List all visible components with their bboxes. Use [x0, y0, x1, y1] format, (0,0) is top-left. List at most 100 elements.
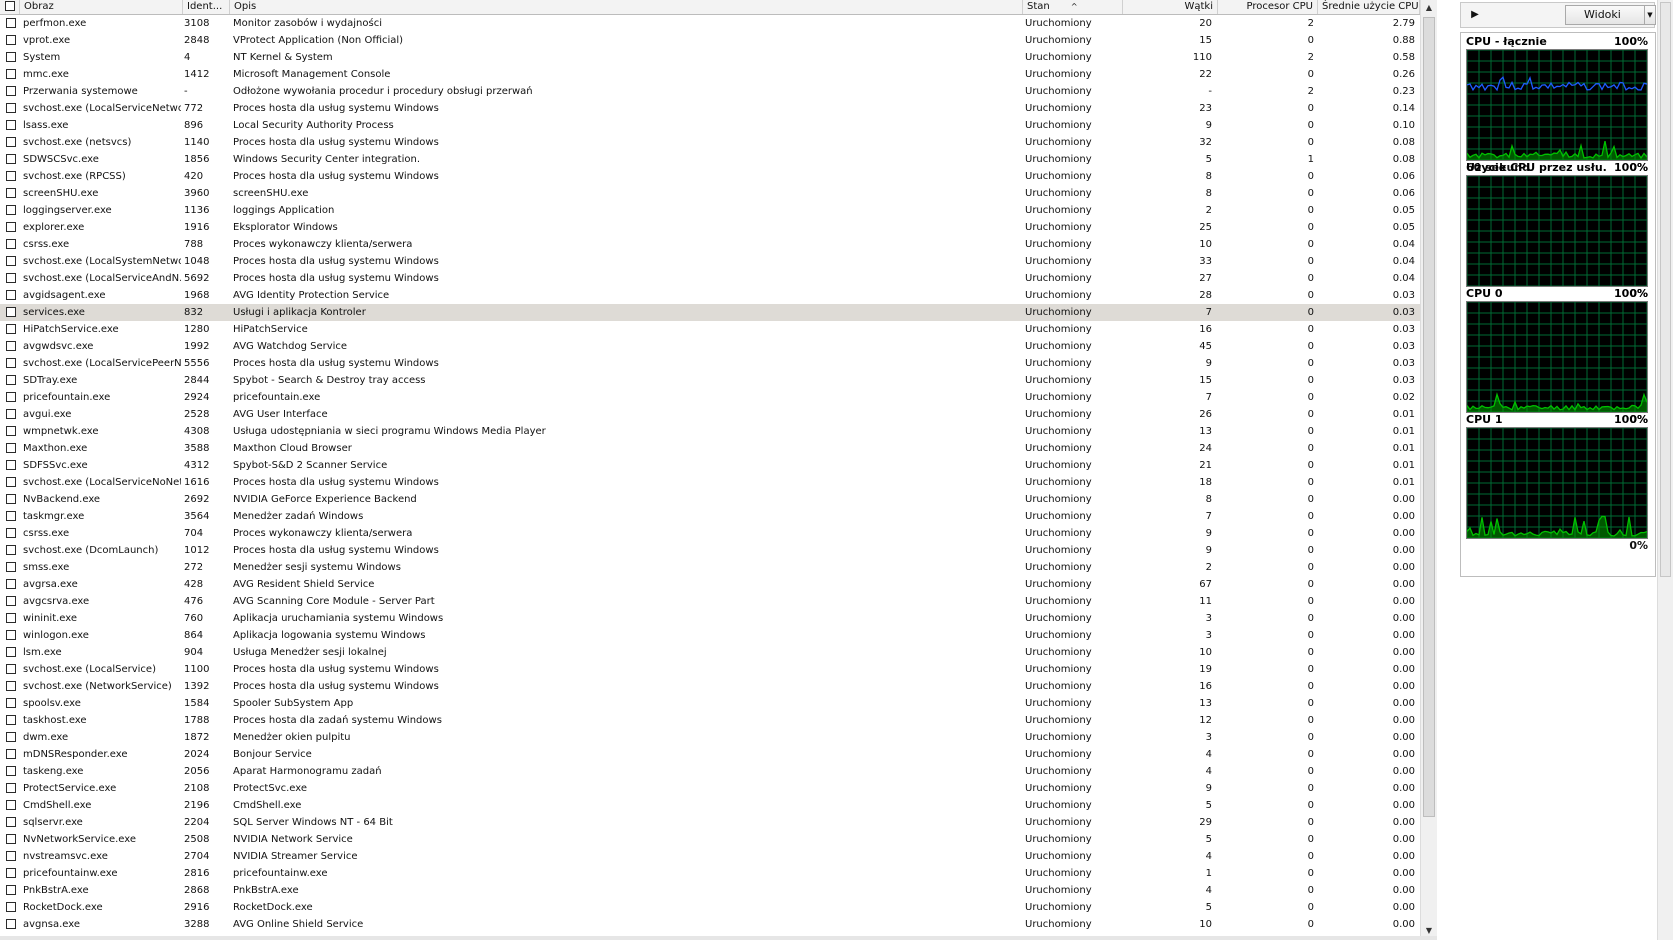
table-row[interactable]: Przerwania systemowe - Odłożone wywołania …	[0, 83, 1420, 100]
scroll-up-arrow-icon[interactable]: ▲	[1421, 0, 1437, 15]
row-checkbox[interactable]	[6, 120, 16, 130]
table-row[interactable]: services.exe 832 Usługi i aplikacja Kontro…	[0, 304, 1420, 321]
row-checkbox[interactable]	[6, 222, 16, 232]
row-checkbox[interactable]	[6, 664, 16, 674]
row-checkbox[interactable]	[6, 579, 16, 589]
table-row[interactable]: spoolsv.exe 1584 Spooler SubSystem App Uruc…	[0, 695, 1420, 712]
col-header-pid[interactable]: Ident...	[183, 0, 230, 14]
row-checkbox[interactable]	[6, 562, 16, 572]
table-row[interactable]: loggingserver.exe 1136 loggings Applicatio…	[0, 202, 1420, 219]
row-checkbox[interactable]	[6, 800, 16, 810]
row-checkbox[interactable]	[6, 647, 16, 657]
table-row[interactable]: vprot.exe 2848 VProtect Application (Non O…	[0, 32, 1420, 49]
table-row[interactable]: screenSHU.exe 3960 screenSHU.exe Uruchomion…	[0, 185, 1420, 202]
row-checkbox[interactable]	[6, 919, 16, 929]
views-dropdown-arrow-icon[interactable]: ▼	[1644, 5, 1656, 25]
table-row[interactable]: wmpnetwk.exe 4308 Usługa udostępniania w s…	[0, 423, 1420, 440]
col-header-obraz[interactable]: Obraz	[20, 0, 183, 14]
row-checkbox[interactable]	[6, 171, 16, 181]
table-row[interactable]: svchost.exe (LocalServiceNetwo... 772 Proc…	[0, 100, 1420, 117]
row-checkbox[interactable]	[6, 358, 16, 368]
table-row[interactable]: CmdShell.exe 2196 CmdShell.exe Uruchomiony 5…	[0, 797, 1420, 814]
table-row[interactable]: pricefountainw.exe 2816 pricefountainw.exe…	[0, 865, 1420, 882]
row-checkbox[interactable]	[6, 834, 16, 844]
table-row[interactable]: avgnsa.exe 3288 AVG Online Shield Service U…	[0, 916, 1420, 933]
table-row[interactable]: System 4 NT Kernel & System Uruchomiony 110 2…	[0, 49, 1420, 66]
table-row[interactable]: ProtectService.exe 2108 ProtectSvc.exe Uruc…	[0, 780, 1420, 797]
row-checkbox[interactable]	[6, 749, 16, 759]
table-row[interactable]: PnkBstrA.exe 2868 PnkBstrA.exe Uruchomiony 4…	[0, 882, 1420, 899]
table-row[interactable]: SDFSSvc.exe 4312 Spybot-S&D 2 Scanner Serv…	[0, 457, 1420, 474]
table-row[interactable]: svchost.exe (netsvcs) 1140 Proces hosta dl…	[0, 134, 1420, 151]
table-row[interactable]: avgrsa.exe 428 AVG Resident Shield Service…	[0, 576, 1420, 593]
table-row[interactable]: svchost.exe (RPCSS) 420 Proces hosta dla u…	[0, 168, 1420, 185]
row-checkbox[interactable]	[6, 324, 16, 334]
table-row[interactable]: lsm.exe 904 Usługa Menedżer sesji lokalnej…	[0, 644, 1420, 661]
col-header-stan[interactable]: Stan ^	[1023, 0, 1123, 14]
table-row[interactable]: HiPatchService.exe 1280 HiPatchService Uruc…	[0, 321, 1420, 338]
table-row[interactable]: csrss.exe 704 Proces wykonawczy klienta/se…	[0, 525, 1420, 542]
header-select-all[interactable]	[0, 0, 20, 14]
table-row[interactable]: explorer.exe 1916 Eksplorator Windows Uruch…	[0, 219, 1420, 236]
row-checkbox[interactable]	[6, 766, 16, 776]
table-row[interactable]: svchost.exe (LocalServiceNoNet... 1616 Pro…	[0, 474, 1420, 491]
table-row[interactable]: avgwdsvc.exe 1992 AVG Watchdog Service Uruc…	[0, 338, 1420, 355]
row-checkbox[interactable]	[6, 817, 16, 827]
row-checkbox[interactable]	[6, 18, 16, 28]
row-checkbox[interactable]	[6, 681, 16, 691]
table-row[interactable]: svchost.exe (LocalServicePeerN... 5556 Pro…	[0, 355, 1420, 372]
row-checkbox[interactable]	[6, 307, 16, 317]
table-row[interactable]: perfmon.exe 3108 Monitor zasobów i wydajno…	[0, 15, 1420, 32]
row-checkbox[interactable]	[6, 273, 16, 283]
row-checkbox[interactable]	[6, 715, 16, 725]
table-row[interactable]: pricefountain.exe 2924 pricefountain.exe Ur…	[0, 389, 1420, 406]
row-checkbox[interactable]	[6, 698, 16, 708]
row-checkbox[interactable]	[6, 188, 16, 198]
table-row[interactable]: svchost.exe (LocalSystemNetwo... 1048 Proc…	[0, 253, 1420, 270]
row-checkbox[interactable]	[6, 545, 16, 555]
row-checkbox[interactable]	[6, 494, 16, 504]
row-checkbox[interactable]	[6, 596, 16, 606]
table-row[interactable]: taskeng.exe 2056 Aparat Harmonogramu zadań…	[0, 763, 1420, 780]
table-row[interactable]: avgcsrva.exe 476 AVG Scanning Core Module …	[0, 593, 1420, 610]
table-row[interactable]: mmc.exe 1412 Microsoft Management Console U…	[0, 66, 1420, 83]
table-row[interactable]: SDTray.exe 2844 Spybot - Search & Destroy …	[0, 372, 1420, 389]
row-checkbox[interactable]	[6, 613, 16, 623]
row-checkbox[interactable]	[6, 52, 16, 62]
table-row[interactable]: NvNetworkService.exe 2508 NVIDIA Network S…	[0, 831, 1420, 848]
row-checkbox[interactable]	[6, 528, 16, 538]
table-row[interactable]: nvstreamsvc.exe 2704 NVIDIA Streamer Servi…	[0, 848, 1420, 865]
expand-arrow-icon[interactable]: ▶	[1466, 6, 1484, 24]
row-checkbox[interactable]	[6, 902, 16, 912]
row-checkbox[interactable]	[6, 154, 16, 164]
col-header-opis[interactable]: Opis	[230, 0, 1023, 14]
row-checkbox[interactable]	[6, 460, 16, 470]
col-header-cpu[interactable]: Procesor CPU	[1218, 0, 1318, 14]
table-row[interactable]: svchost.exe (LocalServiceAndN... 5692 Proc…	[0, 270, 1420, 287]
table-row[interactable]: mDNSResponder.exe 2024 Bonjour Service Uruc…	[0, 746, 1420, 763]
table-row[interactable]: RocketDock.exe 2916 RocketDock.exe Uruchomi…	[0, 899, 1420, 916]
table-row[interactable]: wininit.exe 760 Aplikacja uruchamiania sys…	[0, 610, 1420, 627]
row-checkbox[interactable]	[6, 137, 16, 147]
table-row[interactable]: svchost.exe (NetworkService) 1392 Proces h…	[0, 678, 1420, 695]
table-row[interactable]: winlogon.exe 864 Aplikacja logowania syste…	[0, 627, 1420, 644]
col-header-avg-cpu[interactable]: Średnie użycie CPU	[1318, 0, 1420, 14]
row-checkbox[interactable]	[6, 375, 16, 385]
row-checkbox[interactable]	[6, 868, 16, 878]
row-checkbox[interactable]	[6, 341, 16, 351]
table-row[interactable]: dwm.exe 1872 Menedżer okien pulpitu Uruchom…	[0, 729, 1420, 746]
table-row[interactable]: avgidsagent.exe 1968 AVG Identity Protecti…	[0, 287, 1420, 304]
row-checkbox[interactable]	[6, 409, 16, 419]
row-checkbox[interactable]	[6, 86, 16, 96]
table-row[interactable]: lsass.exe 896 Local Security Authority Pro…	[0, 117, 1420, 134]
row-checkbox[interactable]	[6, 783, 16, 793]
row-checkbox[interactable]	[6, 69, 16, 79]
row-checkbox[interactable]	[6, 851, 16, 861]
table-row[interactable]: csrss.exe 788 Proces wykonawczy klienta/se…	[0, 236, 1420, 253]
select-all-checkbox[interactable]	[5, 1, 15, 11]
table-row[interactable]: Maxthon.exe 3588 Maxthon Cloud Browser Uruc…	[0, 440, 1420, 457]
row-checkbox[interactable]	[6, 426, 16, 436]
table-row[interactable]: smss.exe 272 Menedżer sesji systemu Window…	[0, 559, 1420, 576]
table-row[interactable]: sqlservr.exe 2204 SQL Server Windows NT - …	[0, 814, 1420, 831]
table-row[interactable]: avgui.exe 2528 AVG User Interface Uruchomio…	[0, 406, 1420, 423]
